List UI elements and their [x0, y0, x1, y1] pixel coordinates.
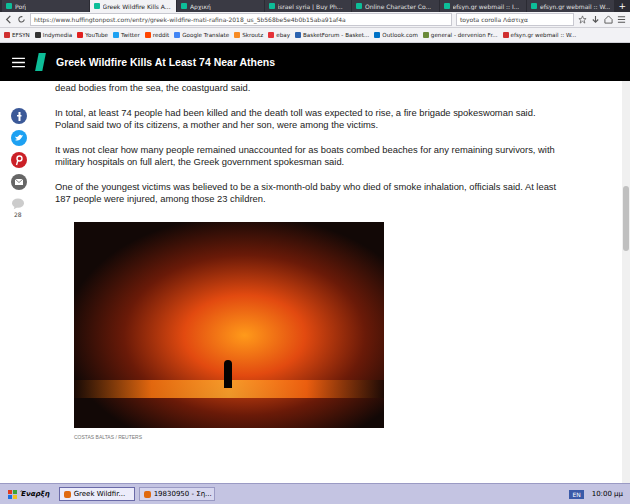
screen: Ροή Greek Wildfire Kills A... Αρχική isr…	[0, 0, 630, 504]
share-bar: 28	[0, 81, 55, 483]
favicon-icon	[269, 3, 275, 9]
bookmark-icon	[423, 32, 429, 38]
bookmark-icon	[268, 32, 274, 38]
browser-tab[interactable]: Online Character Co...	[352, 0, 439, 12]
bookmark[interactable]: reddit	[145, 32, 169, 38]
start-button[interactable]: Έναρξη	[3, 488, 55, 501]
bookmark[interactable]: ebay	[268, 32, 290, 38]
new-tab-button[interactable]: +	[615, 0, 630, 12]
clock: 10:00 μμ	[588, 490, 627, 498]
site-title: Greek Wildfire Kills At Least 74 Near At…	[56, 56, 275, 68]
reload-icon[interactable]	[17, 15, 26, 24]
photo-credit: COSTAS BALTAS / REUTERS	[74, 434, 560, 440]
taskbar: Έναρξη Greek Wildfir... 19830950 - Ση...…	[0, 483, 630, 504]
bookmark[interactable]: general - dervenion Fr...	[423, 32, 498, 38]
home-icon[interactable]	[604, 15, 613, 24]
search-field[interactable]: toyota corolla Λάστιχα	[456, 13, 574, 26]
facebook-icon[interactable]	[11, 108, 27, 124]
scrollbar[interactable]	[622, 81, 630, 483]
comment-icon[interactable]	[11, 198, 25, 210]
scroll-thumb[interactable]	[623, 186, 629, 251]
browser-tab[interactable]: Greek Wildfire Kills A...	[90, 0, 177, 12]
bookmark-icon	[234, 32, 240, 38]
site-header: Greek Wildfire Kills At Least 74 Near At…	[0, 43, 630, 81]
bookmark-icon	[295, 32, 301, 38]
huffpost-logo-icon[interactable]	[35, 53, 46, 71]
article: dead bodies from the sea, the coastguard…	[55, 81, 560, 483]
menu-icon[interactable]	[617, 15, 626, 24]
paragraph: It was not clear how many people remaine…	[55, 144, 560, 169]
comment-count: 28	[11, 211, 22, 218]
bookmark-icon	[77, 32, 83, 38]
bookmark[interactable]: efsyn.gr webmail :: W...	[503, 32, 577, 38]
taskbar-window[interactable]: 19830950 - Ση...	[139, 487, 215, 501]
hamburger-icon[interactable]	[12, 57, 25, 68]
url-field[interactable]: https://www.huffingtonpost.com/entry/gre…	[30, 13, 452, 26]
bookmark-icon	[174, 32, 180, 38]
back-icon[interactable]	[4, 15, 13, 24]
bookmarks-bar: EFSYN Indymedia YouTube Twitter reddit G…	[0, 28, 630, 43]
twitter-icon[interactable]	[11, 130, 27, 146]
bookmark-icon	[145, 32, 151, 38]
favicon-icon	[531, 3, 537, 9]
windows-logo-icon	[8, 490, 17, 499]
bookmark[interactable]: BasketForum - Basket...	[295, 32, 369, 38]
app-icon	[64, 491, 71, 498]
bookmark[interactable]: Google Translate	[174, 32, 229, 38]
paragraph: dead bodies from the sea, the coastguard…	[55, 82, 560, 95]
tab-bar: Ροή Greek Wildfire Kills A... Αρχική isr…	[0, 0, 630, 12]
taskbar-window[interactable]: Greek Wildfir...	[59, 487, 135, 501]
paragraph: One of the youngest victims was believed…	[55, 181, 560, 206]
bookmark-icon	[503, 32, 509, 38]
favicon-icon	[444, 3, 450, 9]
browser-tab[interactable]: efsyn.gr webmail :: W...	[527, 0, 614, 12]
bookmark[interactable]: EFSYN	[4, 32, 30, 38]
bookmark[interactable]: Twitter	[113, 32, 140, 38]
bookmark[interactable]: Outlook.com	[374, 32, 418, 38]
email-icon[interactable]	[11, 174, 27, 190]
bookmark[interactable]: Skroutz	[234, 32, 263, 38]
browser-tab[interactable]: efsyn.gr webmail :: I...	[440, 0, 527, 12]
content-area: 28 dead bodies from the sea, the coastgu…	[0, 81, 630, 483]
favicon-icon	[6, 3, 12, 9]
favicon-icon	[181, 3, 187, 9]
favicon-icon	[356, 3, 362, 9]
nav-bar: https://www.huffingtonpost.com/entry/gre…	[0, 12, 630, 28]
star-icon[interactable]	[578, 15, 587, 24]
bookmark-icon	[374, 32, 380, 38]
app-icon	[144, 491, 151, 498]
bookmark-icon	[113, 32, 119, 38]
bookmark[interactable]: Indymedia	[35, 32, 72, 38]
paragraph: In total, at least 74 people had been ki…	[55, 107, 560, 132]
photo	[74, 222, 384, 428]
language-indicator[interactable]: EN	[569, 490, 583, 499]
bookmark-icon	[4, 32, 10, 38]
bookmark-icon	[35, 32, 41, 38]
browser-tab[interactable]: Ροή	[2, 0, 89, 12]
browser-tab[interactable]: israel syria | Buy Ph...	[265, 0, 352, 12]
browser-tab[interactable]: Αρχική	[177, 0, 264, 12]
favicon-icon	[94, 3, 100, 9]
silhouette	[224, 360, 232, 388]
bookmark[interactable]: YouTube	[77, 32, 108, 38]
download-icon[interactable]	[591, 15, 600, 24]
pinterest-icon[interactable]	[11, 152, 27, 168]
